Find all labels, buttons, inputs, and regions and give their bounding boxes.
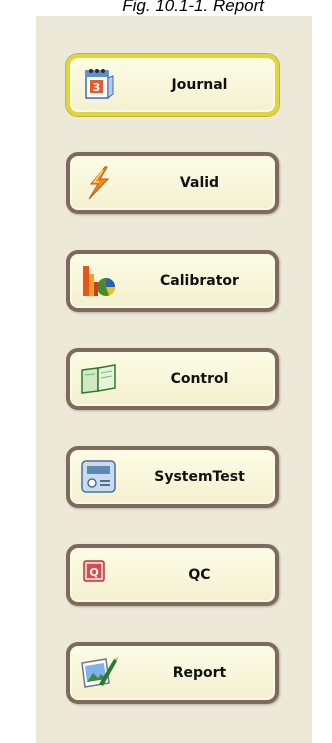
- control-label: Control: [170, 371, 229, 387]
- journal-button[interactable]: 3 Journal: [66, 54, 279, 116]
- device-icon: [79, 458, 119, 496]
- journal-label: Journal: [171, 77, 228, 93]
- systemtest-label: SystemTest: [154, 469, 245, 485]
- figure-caption: Fig. 10.1-1. Report: [122, 0, 264, 15]
- control-button[interactable]: Control: [66, 348, 279, 410]
- picture-icon: [79, 654, 119, 692]
- side-menu-panel: 3 Journal Valid Calibrator Control Syste…: [36, 16, 312, 743]
- chart-icon: [79, 262, 119, 300]
- book-icon: [79, 360, 119, 398]
- qc-label: QC: [188, 567, 211, 583]
- calendar-day: 3: [93, 81, 101, 94]
- calibrator-label: Calibrator: [160, 273, 239, 289]
- valid-label: Valid: [179, 175, 220, 191]
- report-label: Report: [172, 665, 227, 681]
- calendar-icon: 3: [79, 66, 119, 104]
- valid-button[interactable]: Valid: [66, 152, 279, 214]
- qc-icon-letter: Q: [89, 566, 98, 579]
- systemtest-button[interactable]: SystemTest: [66, 446, 279, 508]
- report-button[interactable]: Report: [66, 642, 279, 704]
- lightning-icon: [79, 164, 119, 202]
- calibrator-button[interactable]: Calibrator: [66, 250, 279, 312]
- qc-icon: Q: [79, 556, 119, 594]
- qc-button[interactable]: Q QC: [66, 544, 279, 606]
